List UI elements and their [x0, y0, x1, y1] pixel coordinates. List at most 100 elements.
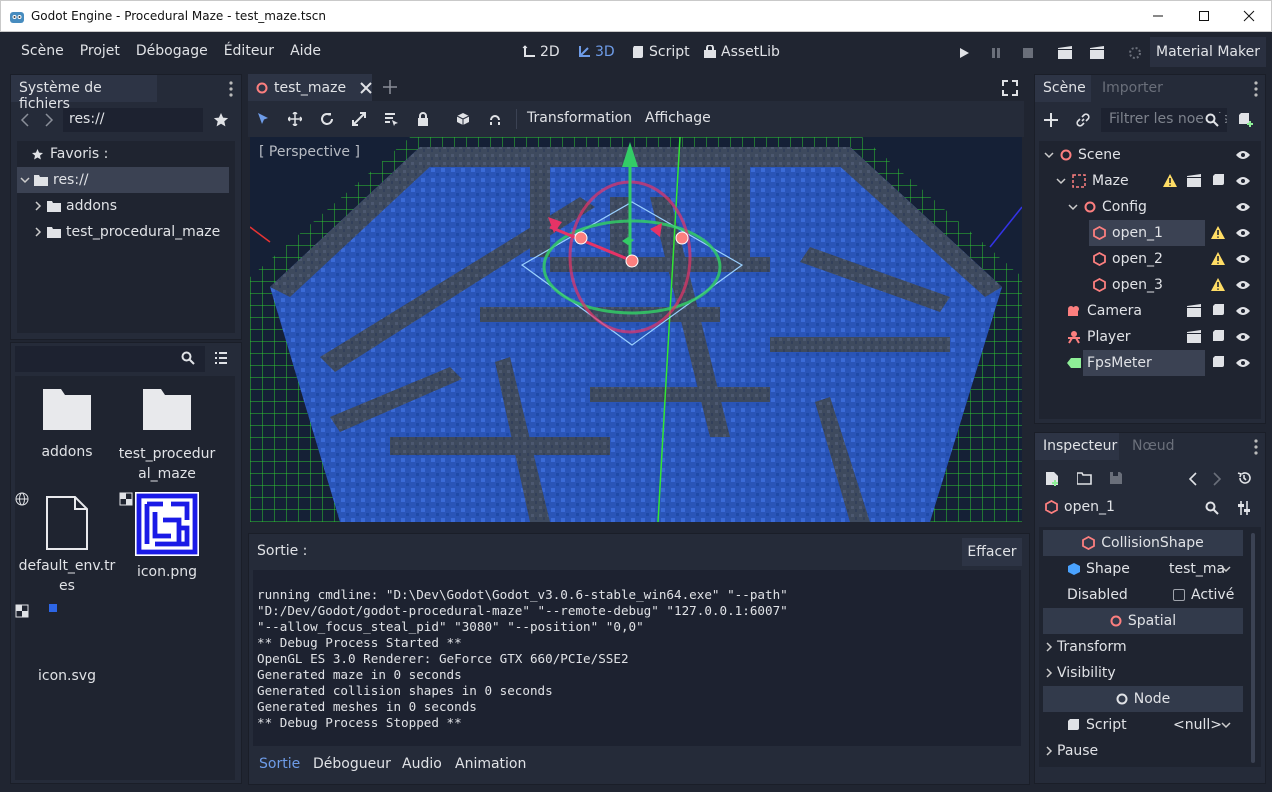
save-icon[interactable] — [1109, 471, 1123, 485]
visibility-eye-icon[interactable] — [1235, 175, 1251, 187]
instance-link-icon[interactable] — [1076, 113, 1090, 127]
minimize-button[interactable] — [1135, 1, 1181, 31]
tree-node-open-2[interactable]: open_2 — [1039, 246, 1259, 272]
play-button[interactable] — [949, 38, 979, 68]
filesystem-tab[interactable]: Système de fichiers — [11, 75, 157, 112]
history-back-icon[interactable] — [1188, 472, 1198, 486]
close-window-button[interactable] — [1226, 1, 1272, 31]
tree-node-open-3[interactable]: open_3 — [1039, 272, 1259, 298]
tab-scene[interactable]: Scène — [1035, 75, 1091, 102]
dock-menu-icon[interactable] — [1254, 81, 1258, 97]
visibility-eye-icon[interactable] — [1235, 331, 1251, 343]
instance-scene-icon[interactable] — [1187, 304, 1201, 317]
instance-scene-icon[interactable] — [1187, 330, 1201, 343]
history-forward-icon[interactable] — [1212, 472, 1222, 486]
menu-scene[interactable]: Scène — [13, 43, 72, 59]
dock-menu-icon[interactable] — [1254, 439, 1258, 455]
editor-assetlib-button[interactable]: AssetLib — [703, 44, 780, 60]
snap-icon[interactable] — [480, 104, 510, 134]
close-tab-icon[interactable] — [360, 81, 372, 94]
menu-project[interactable]: Projet — [72, 43, 128, 59]
favorites-item[interactable]: Favoris : — [17, 141, 235, 167]
new-resource-icon[interactable] — [1045, 471, 1059, 486]
visibility-eye-icon[interactable] — [1235, 279, 1251, 291]
scale-tool-icon[interactable] — [344, 104, 374, 134]
lock-icon[interactable] — [408, 104, 438, 134]
warning-icon[interactable] — [1163, 174, 1177, 187]
object-tools-icon[interactable] — [1237, 500, 1251, 516]
disabled-checkbox[interactable] — [1173, 589, 1185, 601]
visibility-eye-icon[interactable] — [1235, 305, 1251, 317]
instance-scene-icon[interactable] — [1187, 174, 1201, 187]
file-item-icon-png[interactable]: icon.png — [117, 492, 217, 580]
clear-output-button[interactable]: Effacer — [962, 538, 1022, 566]
script-icon[interactable] — [1212, 329, 1225, 343]
distraction-free-icon[interactable] — [1002, 80, 1018, 96]
path-input[interactable]: res:// — [63, 108, 203, 132]
tab-inspector[interactable]: Inspecteur — [1035, 433, 1119, 460]
group-transform[interactable]: Transform — [1045, 634, 1245, 660]
editor-2d-button[interactable]: 2D — [522, 44, 560, 60]
inspector-scrollbar[interactable] — [1251, 533, 1255, 763]
tree-node-maze[interactable]: Maze — [1039, 168, 1259, 194]
tree-node-fpsmeter[interactable]: FpsMeter — [1039, 350, 1259, 376]
maximize-button[interactable] — [1181, 1, 1227, 31]
search-icon[interactable] — [1205, 501, 1219, 515]
tree-node-scene[interactable]: Scene — [1039, 142, 1259, 168]
stop-button[interactable] — [1013, 38, 1043, 68]
script-icon[interactable] — [1212, 173, 1225, 187]
local-space-icon[interactable] — [448, 104, 478, 134]
tab-node[interactable]: Nœud — [1132, 438, 1175, 454]
perspective-label[interactable]: [ Perspective ] — [259, 144, 360, 160]
group-visibility[interactable]: Visibility — [1045, 660, 1245, 686]
tree-item-test-procedural-maze[interactable]: test_procedural_maze — [17, 219, 235, 245]
rotate-tool-icon[interactable] — [312, 104, 342, 134]
script-icon[interactable] — [1212, 355, 1225, 369]
tree-node-player[interactable]: Player — [1039, 324, 1259, 350]
warning-icon[interactable] — [1211, 252, 1225, 265]
open-folder-icon[interactable] — [1077, 472, 1092, 485]
editor-script-button[interactable]: Script — [631, 44, 690, 60]
file-search-input[interactable] — [15, 346, 205, 372]
tab-animation[interactable]: Animation — [455, 756, 526, 772]
3d-viewport[interactable]: [ Perspective ] — [250, 137, 1022, 522]
editor-3d-button[interactable]: 3D — [577, 44, 615, 60]
list-select-icon[interactable] — [376, 104, 406, 134]
visibility-eye-icon[interactable] — [1235, 227, 1251, 239]
play-scene-icon[interactable] — [1050, 38, 1080, 68]
tab-audio[interactable]: Audio — [402, 756, 442, 772]
play-custom-scene-icon[interactable] — [1082, 38, 1112, 68]
forward-arrow-icon[interactable] — [44, 113, 54, 127]
visibility-eye-icon[interactable] — [1235, 201, 1251, 213]
back-arrow-icon[interactable] — [20, 113, 30, 127]
shape-value-dropdown[interactable]: test_ma — [1169, 561, 1225, 577]
material-maker-button[interactable]: Material Maker — [1150, 37, 1266, 67]
tab-debugger[interactable]: Débogueur — [313, 756, 391, 772]
script-value-dropdown[interactable]: <null> — [1173, 717, 1222, 733]
warning-icon[interactable] — [1211, 226, 1225, 239]
favorite-star-icon[interactable] — [213, 112, 229, 128]
file-item-addons[interactable]: addons — [17, 386, 117, 460]
visibility-eye-icon[interactable] — [1235, 357, 1251, 369]
tree-item-res[interactable]: res:// — [17, 167, 229, 193]
dock-menu-icon[interactable] — [229, 81, 233, 97]
list-view-icon[interactable] — [214, 351, 228, 365]
tree-node-camera[interactable]: Camera — [1039, 298, 1259, 324]
tree-node-config[interactable]: Config — [1039, 194, 1259, 220]
tree-item-addons[interactable]: addons — [17, 193, 235, 219]
add-node-icon[interactable] — [1044, 113, 1058, 127]
menu-editor[interactable]: Éditeur — [216, 43, 282, 59]
file-item-icon-svg[interactable]: icon.svg — [17, 604, 117, 684]
visibility-eye-icon[interactable] — [1235, 149, 1251, 161]
script-icon[interactable] — [1212, 303, 1225, 317]
tab-test-maze[interactable]: test_maze — [248, 74, 372, 101]
visibility-eye-icon[interactable] — [1235, 253, 1251, 265]
select-tool-icon[interactable] — [248, 104, 278, 134]
add-tab-icon[interactable] — [383, 80, 397, 94]
group-pause[interactable]: Pause — [1045, 738, 1245, 764]
tab-output[interactable]: Sortie — [259, 756, 300, 772]
file-item-default-env[interactable]: default_env.tr es — [17, 496, 117, 596]
menu-transformation[interactable]: Transformation — [527, 110, 632, 126]
file-item-test-procedural-maze[interactable]: test_procedur al_maze — [117, 386, 217, 484]
menu-view[interactable]: Affichage — [645, 110, 711, 126]
